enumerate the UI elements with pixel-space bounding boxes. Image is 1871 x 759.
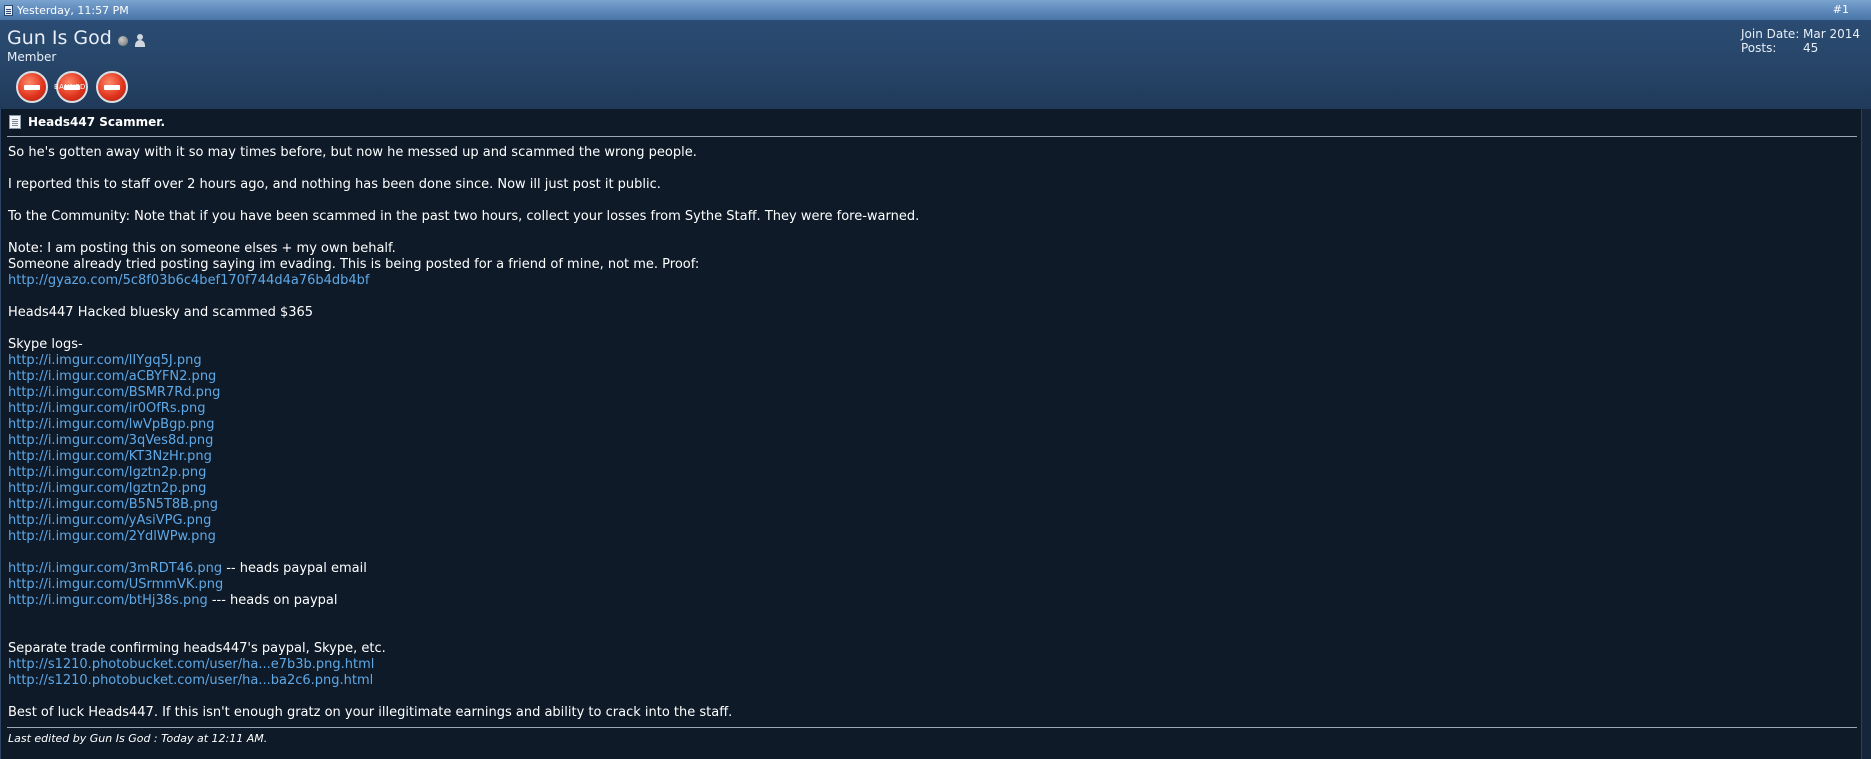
skype-log-link[interactable]: http://i.imgur.com/ir0OfRs.png <box>8 401 205 416</box>
post-title: Heads447 Scammer. <box>28 115 166 129</box>
post-content: Heads447 Scammer. So he's gotten away wi… <box>0 109 1861 759</box>
skype-log-link[interactable]: http://i.imgur.com/KT3NzHr.png <box>8 449 212 464</box>
badge <box>96 71 128 103</box>
username-link[interactable]: Gun Is God <box>7 27 112 49</box>
post-date: Yesterday, 11:57 PM <box>17 3 129 17</box>
last-edited-note: Last edited by Gun Is God : Today at 12:… <box>8 732 268 745</box>
skype-log-link[interactable]: http://i.imgur.com/2YdlWPw.png <box>8 529 216 544</box>
post-line: To the Community: Note that if you have … <box>8 209 920 224</box>
banned-badge-icon <box>16 71 48 103</box>
join-date-row: Join Date: Mar 2014 <box>1741 27 1860 41</box>
paypal-link[interactable]: http://i.imgur.com/btHj38s.png <box>8 593 208 608</box>
post-line: Separate trade confirming heads447's pay… <box>8 641 386 656</box>
posts-label: Posts: <box>1741 41 1777 55</box>
post-title-row: Heads447 Scammer. <box>9 115 165 129</box>
banned-label: BANNED <box>54 83 86 91</box>
skype-log-link[interactable]: http://i.imgur.com/3qVes8d.png <box>8 433 213 448</box>
paypal-link-note: --- heads on paypal <box>207 593 338 608</box>
skype-log-link[interactable]: http://i.imgur.com/lwVpBgp.png <box>8 417 214 432</box>
post-line: Note: I am posting this on someone elses… <box>8 241 396 256</box>
profile-icon[interactable] <box>134 33 146 47</box>
offline-status-icon <box>117 36 128 46</box>
trade-link[interactable]: http://s1210.photobucket.com/user/ha...e… <box>8 657 374 672</box>
posts-value: 45 <box>1803 41 1819 55</box>
proof-link[interactable]: http://gyazo.com/5c8f03b6c4bef170f744d4a… <box>8 273 370 288</box>
skype-log-link[interactable]: http://i.imgur.com/lIYgq5J.png <box>8 353 202 368</box>
post-line: Heads447 Hacked bluesky and scammed $365 <box>8 305 314 320</box>
posts-row: Posts: 45 <box>1741 41 1860 55</box>
badge <box>16 71 48 103</box>
paypal-link[interactable]: http://i.imgur.com/3mRDT46.png <box>8 561 222 576</box>
skype-log-link[interactable]: http://i.imgur.com/aCBYFN2.png <box>8 369 216 384</box>
skype-log-link[interactable]: http://i.imgur.com/Igztn2p.png <box>8 465 206 480</box>
post-line: So he's gotten away with it so may times… <box>8 145 697 160</box>
post-date-wrap: Yesterday, 11:57 PM <box>4 3 129 17</box>
post-line: Best of luck Heads447. If this isn't eno… <box>8 705 733 720</box>
banned-badge-icon <box>96 71 128 103</box>
title-divider <box>7 136 1857 137</box>
trade-link[interactable]: http://s1210.photobucket.com/user/ha...b… <box>8 673 373 688</box>
scrollbar-track[interactable] <box>1861 109 1871 759</box>
user-stats: Join Date: Mar 2014 Posts: 45 <box>1741 27 1860 55</box>
post-header-bar: Yesterday, 11:57 PM #1 <box>0 0 1871 21</box>
edit-divider <box>7 727 1857 728</box>
post-number-link[interactable]: #1 <box>1833 3 1849 16</box>
username-row: Gun Is God <box>7 27 146 49</box>
post-line: Skype logs- <box>8 337 83 352</box>
post-line: Someone already tried posting saying im … <box>8 257 700 272</box>
user-title: Member <box>7 50 57 64</box>
skype-log-link[interactable]: http://i.imgur.com/yAsiVPG.png <box>8 513 211 528</box>
paypal-link[interactable]: http://i.imgur.com/USrmmVK.png <box>8 577 223 592</box>
skype-log-link[interactable]: http://i.imgur.com/BSMR7Rd.png <box>8 385 220 400</box>
paypal-link-note: -- heads paypal email <box>222 561 367 576</box>
post-status-icon <box>4 4 13 16</box>
join-date-label: Join Date: <box>1741 27 1800 41</box>
skype-log-link[interactable]: http://i.imgur.com/Igztn2p.png <box>8 481 206 496</box>
post-line: I reported this to staff over 2 hours ag… <box>8 177 661 192</box>
join-date-value: Mar 2014 <box>1803 27 1860 41</box>
skype-log-link[interactable]: http://i.imgur.com/B5N5T8B.png <box>8 497 218 512</box>
post-body: So he's gotten away with it so may times… <box>8 145 1848 721</box>
document-icon <box>9 115 21 129</box>
user-info-bar: Gun Is God Member BANNED Join Date: Mar … <box>0 21 1871 109</box>
